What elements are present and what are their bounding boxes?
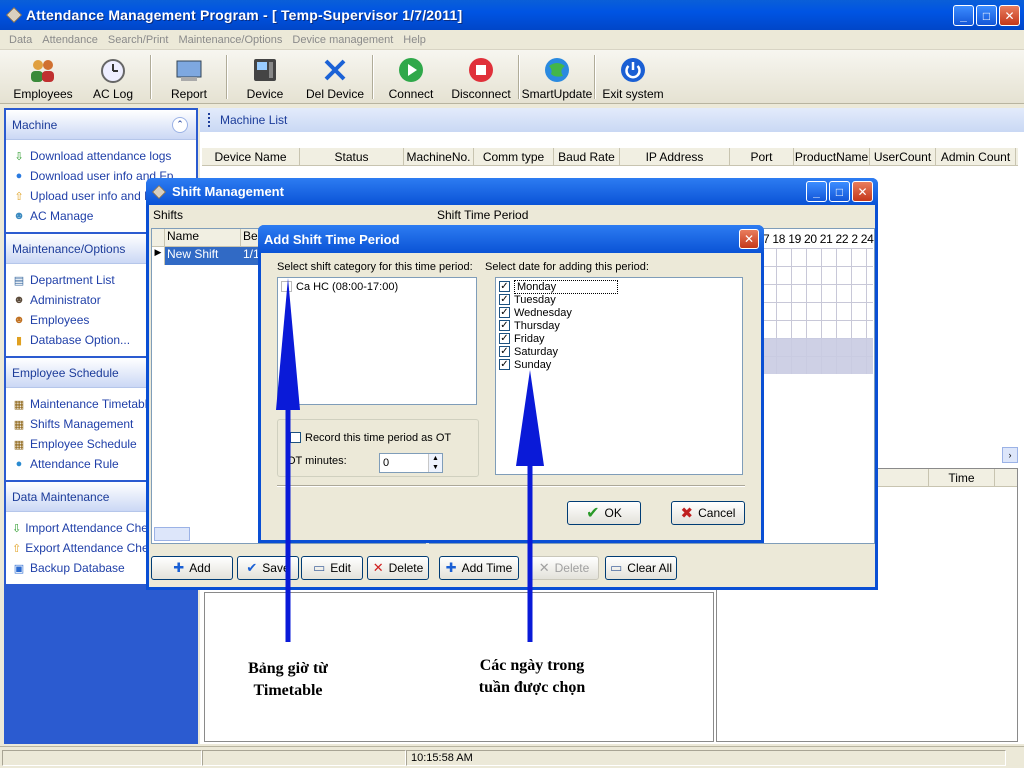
annotation-arrows [276,278,544,642]
annotation-timetable: Bảng giờ từ Timetable [248,660,328,699]
right-arrow-head [516,370,544,466]
left-arrow-head [276,278,300,410]
annotation-selected-days: Các ngày trong tuần được chọn [478,657,586,696]
